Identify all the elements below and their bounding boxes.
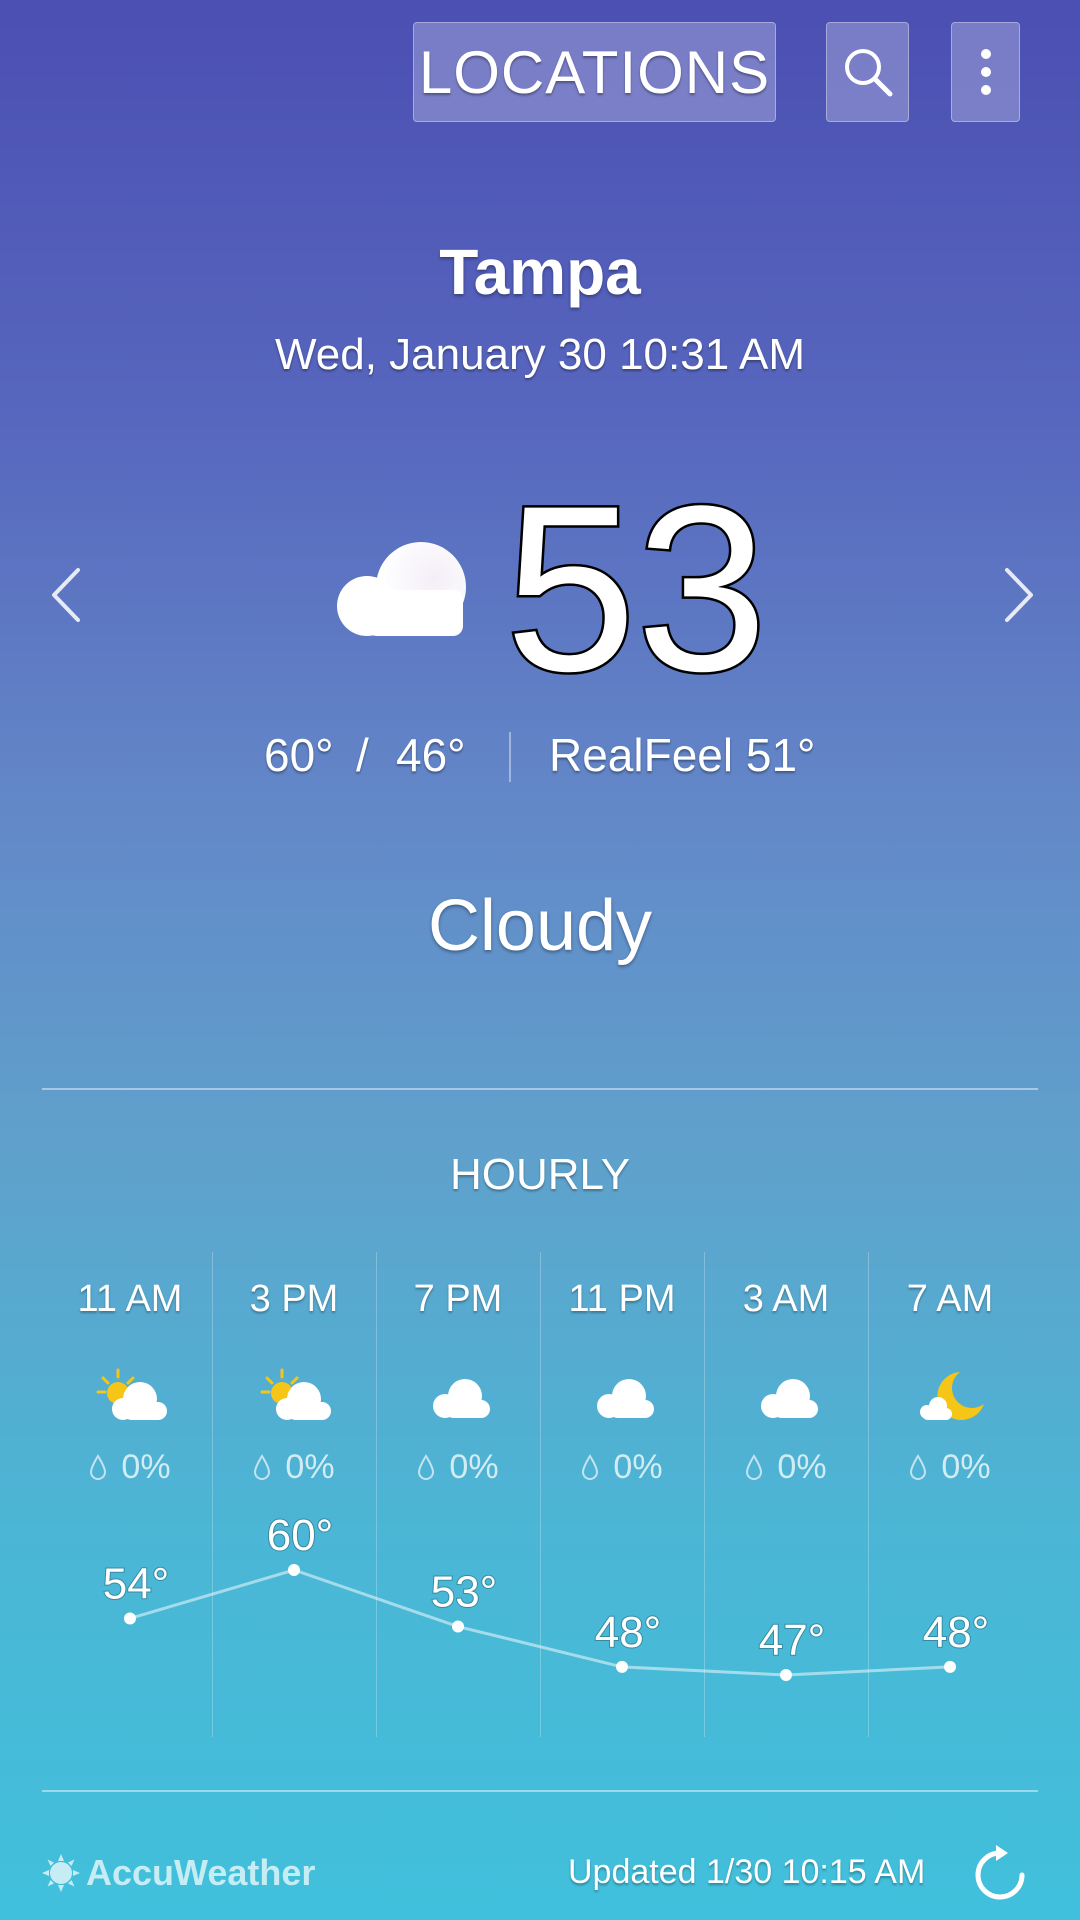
sun-logo-icon (42, 1854, 80, 1892)
hour-time: 11 AM (77, 1278, 183, 1320)
temperature-point (616, 1660, 628, 1673)
brand-name: AccuWeather (86, 1852, 316, 1893)
temperature-label: 48° (923, 1608, 990, 1657)
hour-time: 3 AM (742, 1278, 830, 1320)
temperature-label: 60° (267, 1511, 334, 1560)
hourly-title: HOURLY (449, 1150, 631, 1199)
hour-time: 7 PM (413, 1278, 503, 1320)
footer-divider (42, 1790, 1038, 1792)
raindrop-icon (254, 1453, 271, 1480)
chevron-left-icon[interactable] (40, 560, 100, 630)
hourly-temperature-graph: 54° 60° 53° 48° 47° 48° (102, 1510, 990, 1681)
raindrop-icon (746, 1453, 763, 1480)
section-divider (42, 1088, 1038, 1090)
current-datetime: Wed, January 30 10:31 AM (275, 330, 805, 379)
temperature-line (129, 1568, 951, 1677)
precipitation-value: 0% (777, 1448, 827, 1486)
divider (509, 732, 511, 782)
raindrop-icon (418, 1453, 435, 1480)
refresh-icon[interactable] (970, 1845, 1030, 1905)
current-temperature: 53° (505, 470, 765, 690)
svg-text:53°: 53° (505, 470, 765, 690)
raindrop-icon (910, 1453, 927, 1480)
moon-cloud-icon (920, 1372, 984, 1420)
chevron-right-icon[interactable] (985, 560, 1045, 630)
low-temperature: 46° (396, 729, 466, 781)
more-options-button[interactable] (951, 22, 1020, 122)
weather-condition: Cloudy (427, 886, 653, 966)
high-temperature: 60° (264, 729, 334, 781)
cloud-icon (337, 542, 466, 636)
partly-sunny-icon (260, 1368, 331, 1420)
precipitation: 0% (48, 1448, 212, 1487)
temperature-point (288, 1564, 300, 1576)
cloud-icon (597, 1379, 654, 1418)
cloud-icon (433, 1379, 490, 1418)
temperature-point (944, 1660, 956, 1673)
temperature-label: 48° (595, 1608, 662, 1657)
accuweather-logo[interactable]: AccuWeather (42, 1848, 315, 1898)
search-icon (844, 49, 892, 97)
locations-button[interactable]: LOCATIONS (413, 22, 776, 122)
cloud-icon (761, 1379, 818, 1418)
precipitation-value: 0% (613, 1448, 663, 1486)
precipitation: 0% (212, 1448, 376, 1487)
temperature-label: 47° (759, 1616, 826, 1665)
search-button[interactable] (826, 22, 909, 122)
high-low-separator: / (356, 729, 369, 781)
partly-sunny-icon (96, 1368, 167, 1420)
temperature-label: 53° (431, 1568, 498, 1617)
temperature-point (452, 1620, 464, 1633)
high-low-row: 60° / 46° RealFeel 51° (0, 728, 1080, 788)
precipitation: 0% (376, 1448, 540, 1487)
precipitation: 0% (540, 1448, 704, 1487)
precipitation-value: 0% (121, 1448, 171, 1486)
realfeel-temperature: RealFeel 51° (549, 729, 816, 781)
precipitation-value: 0% (449, 1448, 499, 1486)
precipitation: 0% (704, 1448, 868, 1487)
city-name: Tampa (439, 236, 641, 308)
temperature-point (124, 1612, 136, 1625)
updated-timestamp: Updated 1/30 10:15 AM (568, 1853, 926, 1891)
precipitation-value: 0% (941, 1448, 991, 1486)
hour-time: 11 PM (568, 1278, 676, 1320)
precipitation: 0% (868, 1448, 1032, 1487)
hour-time: 7 AM (906, 1278, 994, 1320)
hour-time: 3 PM (249, 1278, 339, 1320)
temperature-point (780, 1669, 792, 1681)
raindrop-icon (582, 1453, 599, 1480)
temperature-label: 54° (103, 1559, 170, 1608)
raindrop-icon (90, 1453, 107, 1480)
more-vert-icon (980, 49, 991, 95)
precipitation-value: 0% (285, 1448, 335, 1486)
